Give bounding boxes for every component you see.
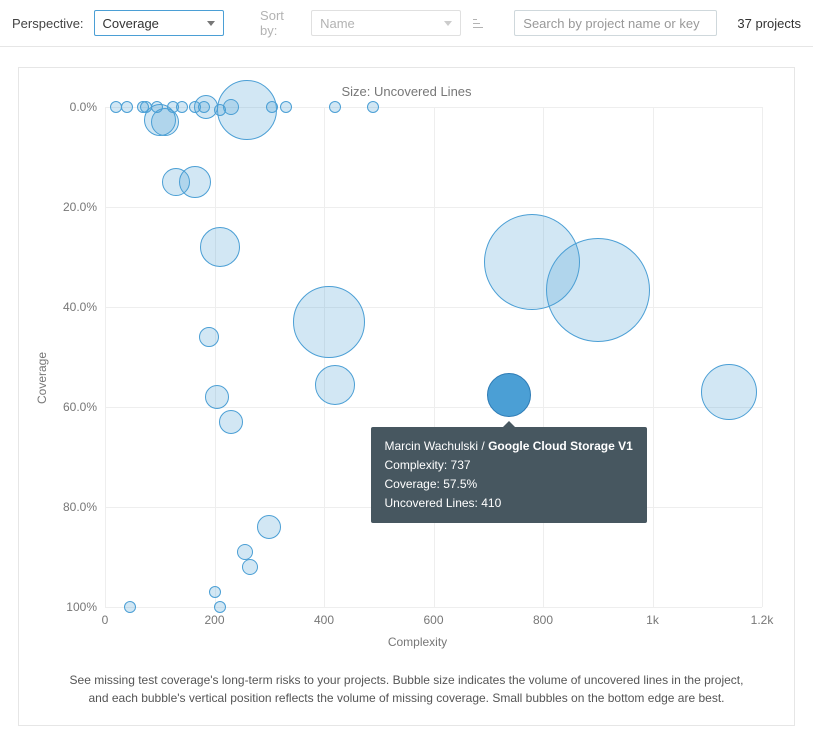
bubble-point[interactable]: [209, 586, 221, 598]
gridline-horizontal: [105, 207, 762, 208]
bubble-point[interactable]: [237, 544, 253, 560]
search-input[interactable]: [514, 10, 717, 36]
gridline-horizontal: [105, 307, 762, 308]
x-tick-label: 200: [204, 613, 224, 627]
gridline-horizontal: [105, 507, 762, 508]
bubble-point[interactable]: [205, 385, 229, 409]
y-axis-label: Coverage: [35, 352, 49, 404]
x-tick-label: 800: [533, 613, 553, 627]
sort-label: Sort by:: [260, 8, 301, 38]
bubble-point[interactable]: [257, 515, 281, 539]
chart-size-legend: Size: Uncovered Lines: [31, 84, 782, 99]
bubble-point[interactable]: [546, 238, 650, 342]
gridline-vertical: [434, 107, 435, 607]
bubble-point[interactable]: [242, 559, 258, 575]
x-tick-label: 600: [423, 613, 443, 627]
gridline-vertical: [653, 107, 654, 607]
y-tick-label: 100%: [66, 600, 97, 614]
gridline-vertical: [762, 107, 763, 607]
bubble-point[interactable]: [219, 410, 243, 434]
bubble-point[interactable]: [124, 601, 136, 613]
chart-card: Size: Uncovered Lines Coverage 020040060…: [18, 67, 795, 726]
y-tick-label: 60.0%: [63, 400, 97, 414]
toolbar: Perspective: Coverage Sort by: Name 37 p…: [0, 0, 813, 47]
x-tick-label: 1.2k: [751, 613, 774, 627]
x-tick-label: 1k: [646, 613, 659, 627]
bubble-point[interactable]: [329, 101, 341, 113]
sort-direction-icon[interactable]: [471, 18, 485, 29]
sort-value: Name: [320, 16, 355, 31]
perspective-select[interactable]: Coverage: [94, 10, 224, 36]
bubble-point[interactable]: [315, 365, 355, 405]
bubble-point[interactable]: [701, 364, 757, 420]
y-tick-label: 20.0%: [63, 200, 97, 214]
bubble-point[interactable]: [293, 286, 365, 358]
perspective-label: Perspective:: [12, 16, 84, 31]
gridline-vertical: [105, 107, 106, 607]
y-tick-label: 80.0%: [63, 500, 97, 514]
gridline-horizontal: [105, 607, 762, 608]
y-tick-label: 40.0%: [63, 300, 97, 314]
bubble-point[interactable]: [200, 227, 240, 267]
bubble-point[interactable]: [121, 101, 133, 113]
chart-caption: See missing test coverage's long-term ri…: [31, 671, 782, 707]
project-count: 37 projects: [737, 16, 801, 31]
chevron-down-icon: [444, 21, 452, 26]
y-tick-label: 0.0%: [70, 100, 97, 114]
bubble-point[interactable]: [367, 101, 379, 113]
bubble-point[interactable]: [176, 101, 188, 113]
x-axis-label: Complexity: [53, 635, 782, 649]
bubble-point[interactable]: [266, 101, 278, 113]
bubble-point[interactable]: [280, 101, 292, 113]
gridline-vertical: [543, 107, 544, 607]
gridline-vertical: [215, 107, 216, 607]
sort-select[interactable]: Name: [311, 10, 461, 36]
x-tick-label: 0: [102, 613, 109, 627]
chart-tooltip: Marcin Wachulski / Google Cloud Storage …: [371, 427, 647, 524]
bubble-point[interactable]: [179, 166, 211, 198]
bubble-chart[interactable]: 02004006008001k1.2k0.0%20.0%40.0%60.0%80…: [105, 107, 762, 607]
bubble-point[interactable]: [487, 373, 531, 417]
gridline-horizontal: [105, 407, 762, 408]
perspective-value: Coverage: [103, 16, 159, 31]
bubble-point[interactable]: [214, 601, 226, 613]
x-tick-label: 400: [314, 613, 334, 627]
bubble-point[interactable]: [199, 327, 219, 347]
chevron-down-icon: [207, 21, 215, 26]
